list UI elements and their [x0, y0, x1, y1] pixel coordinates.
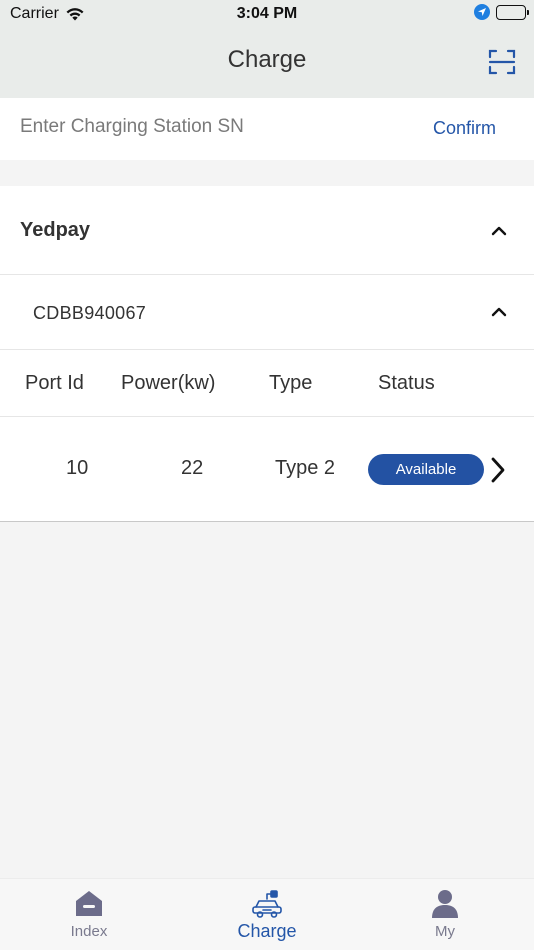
group-header-yedpay[interactable]: Yedpay	[0, 186, 534, 275]
port-id-cell: 10	[66, 457, 89, 479]
station-header[interactable]: CDBB940067	[0, 275, 534, 350]
battery-icon	[496, 4, 529, 20]
tab-index[interactable]: Index	[0, 879, 178, 950]
station-list-panel: Yedpay CDBB940067 Port Id Power(kw) Type…	[0, 186, 534, 522]
ports-table-header: Port Id Power(kw) Type Status	[0, 350, 534, 417]
home-icon	[76, 891, 102, 916]
tab-my[interactable]: My	[356, 879, 534, 950]
status-icons	[474, 4, 529, 20]
station-sn-input[interactable]	[20, 110, 400, 144]
car-charging-icon	[252, 890, 282, 918]
page-title: Charge	[227, 46, 307, 73]
location-arrow-icon	[474, 4, 490, 20]
confirm-button[interactable]: Confirm	[433, 118, 496, 139]
tab-bar: Index Charge My	[0, 878, 534, 950]
column-header-power: Power(kw)	[121, 372, 216, 394]
tab-label-my: My	[435, 923, 455, 940]
tab-label-charge: Charge	[237, 921, 297, 941]
station-sn: CDBB940067	[33, 303, 147, 323]
power-cell: 22	[181, 457, 204, 479]
column-header-status: Status	[378, 372, 435, 394]
top-bar: Carrier 3:04 PM Charge	[0, 0, 534, 98]
table-row[interactable]: 10 22 Type 2 Available	[0, 417, 534, 521]
column-header-port-id: Port Id	[25, 372, 84, 394]
scan-icon[interactable]	[488, 48, 516, 76]
charge-screen: Carrier 3:04 PM Charge Enter Charging St…	[0, 0, 534, 950]
tab-label-index: Index	[70, 923, 108, 940]
status-bar: Carrier 3:04 PM	[0, 0, 534, 28]
user-icon	[432, 890, 458, 918]
column-header-type: Type	[269, 372, 313, 394]
chevron-up-icon[interactable]	[491, 226, 507, 236]
clock: 3:04 PM	[236, 5, 298, 22]
tab-charge[interactable]: Charge	[178, 879, 356, 950]
chevron-right-icon[interactable]	[490, 457, 506, 483]
search-row: Confirm	[0, 98, 534, 160]
group-title: Yedpay	[20, 219, 91, 241]
chevron-up-icon[interactable]	[491, 307, 507, 317]
status-badge: Available	[368, 454, 484, 485]
type-cell: Type 2	[275, 457, 336, 479]
